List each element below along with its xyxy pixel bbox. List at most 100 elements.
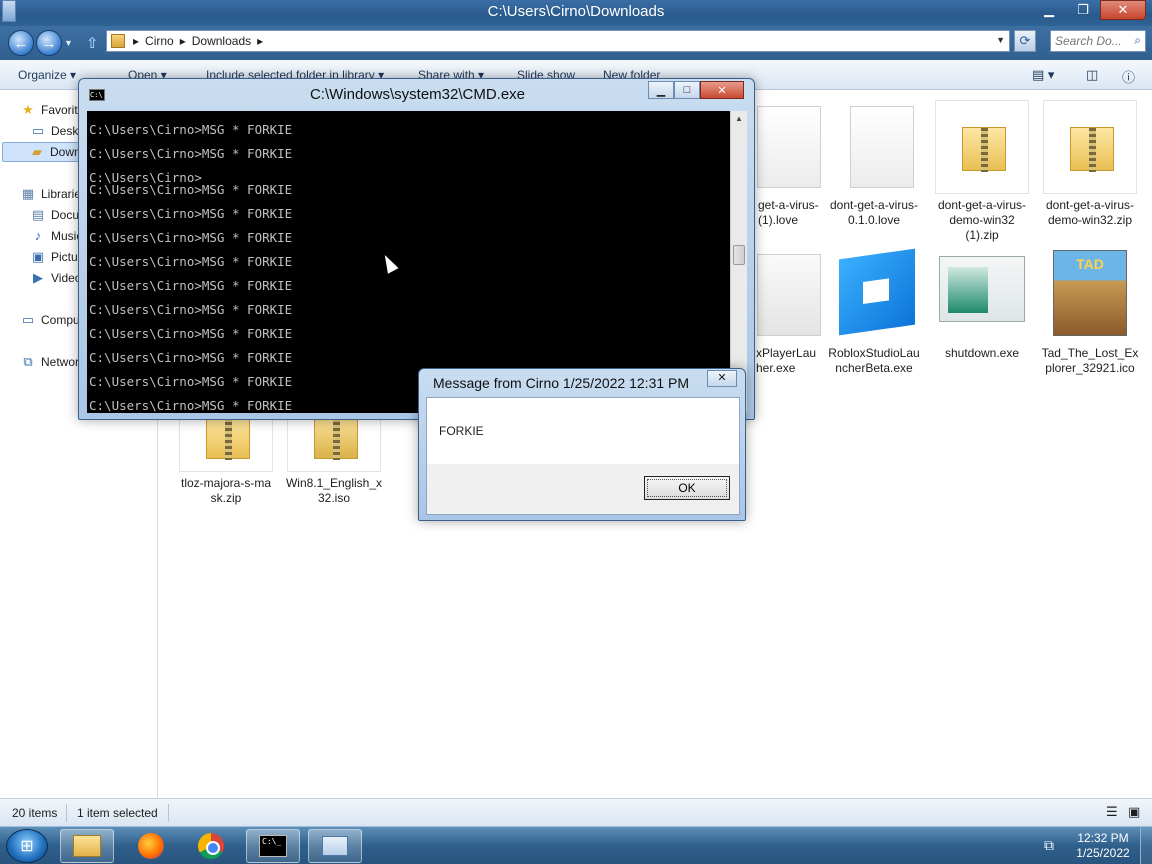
- console-line: C:\Users\Cirno>MSG * FORKIE: [89, 230, 293, 245]
- explorer-titlebar[interactable]: C:\Users\Cirno\Downloads ▁ ❐ ✕: [0, 0, 1152, 26]
- back-button[interactable]: ←: [8, 30, 34, 56]
- message-window-icon: [322, 836, 348, 856]
- taskbar-explorer-button[interactable]: [60, 829, 114, 863]
- breadcrumb-separator-icon: ▸: [257, 34, 264, 48]
- file-item[interactable]: RobloxStudioLau ncherBeta.exe: [824, 248, 924, 376]
- document-icon: [757, 106, 821, 188]
- cmd-close-button[interactable]: ✕: [700, 81, 744, 99]
- help-icon[interactable]: ⓘ: [1122, 67, 1135, 86]
- console-line: C:\Users\Cirno>MSG * FORKIE: [89, 398, 293, 413]
- taskbar: ⊞ C:\_ ⧉ 12:32 PM 1/25/2022: [0, 826, 1152, 864]
- console-line: C:\Users\Cirno>MSG * FORKIE: [89, 146, 293, 161]
- file-item[interactable]: shutdown.exe: [932, 248, 1032, 361]
- star-icon: ★: [22, 102, 34, 117]
- roblox-studio-icon: [839, 248, 915, 336]
- folder-icon: [111, 34, 125, 48]
- zip-folder-icon: [206, 415, 250, 460]
- recent-pages-dropdown[interactable]: ▼: [64, 38, 73, 48]
- taskbar-cmd-button[interactable]: C:\_: [246, 829, 300, 863]
- item-count: 20 items: [12, 806, 58, 820]
- file-name: dont-get-a-virus- demo-win32 (1).zip: [937, 198, 1027, 242]
- selection-count: 1 item selected: [77, 806, 158, 820]
- scroll-up-icon[interactable]: ▲: [731, 111, 747, 127]
- file-item[interactable]: dont-get-a-virus- demo-win32 (1).zip: [932, 100, 1032, 243]
- videos-icon: ▶: [33, 270, 43, 285]
- minimize-button[interactable]: ▁: [1032, 0, 1066, 20]
- breadcrumb-item-downloads[interactable]: Downloads: [192, 34, 251, 48]
- search-icon[interactable]: ⌕: [1134, 33, 1141, 48]
- message-text: FORKIE: [439, 424, 484, 438]
- file-thumbnail: [935, 248, 1029, 342]
- tiles-view-icon[interactable]: ▣: [1128, 804, 1140, 820]
- libraries-icon: ▦: [21, 186, 35, 201]
- roblox-player-icon: [757, 254, 821, 336]
- file-name: tloz-majora-s-ma sk.zip: [180, 476, 271, 505]
- search-input[interactable]: [1055, 32, 1129, 50]
- status-divider: [66, 804, 67, 822]
- tad-poster-icon: TAD: [1053, 250, 1127, 336]
- file-name: dont-get-a-virus- 0.1.0.love: [829, 198, 919, 227]
- console-line: C:\Users\Cirno>MSG * FORKIE: [89, 278, 293, 293]
- console-line: C:\Users\Cirno>MSG * FORKIE: [89, 374, 293, 389]
- up-button[interactable]: ⇧: [86, 34, 99, 52]
- pictures-icon: ▣: [31, 249, 45, 264]
- chrome-icon: [198, 833, 224, 859]
- forward-arrow-icon: →: [41, 34, 57, 52]
- breadcrumb: ▸ Cirno ▸ Downloads ▸: [133, 34, 263, 48]
- clock-date: 1/25/2022: [1076, 846, 1130, 860]
- restore-button[interactable]: ❐: [1066, 0, 1100, 20]
- preview-pane-icon[interactable]: ◫: [1086, 67, 1098, 83]
- taskbar-chrome-button[interactable]: [184, 829, 238, 863]
- firefox-icon: [138, 833, 164, 859]
- console-line: C:\Users\Cirno>MSG * FORKIE: [89, 350, 293, 365]
- file-item[interactable]: dont-get-a-virus- demo-win32.zip: [1040, 100, 1140, 228]
- file-item[interactable]: TAD Tad_The_Lost_Ex plorer_32921.ico: [1040, 248, 1140, 376]
- file-name: Win8.1_English_x 32.iso: [285, 476, 383, 505]
- message-dialog: Message from Cirno 1/25/2022 12:31 PM ✕ …: [418, 368, 746, 521]
- breadcrumb-separator-icon: ▸: [133, 34, 140, 48]
- folder-icon: [73, 835, 101, 857]
- show-desktop-button[interactable]: [1140, 827, 1152, 864]
- details-view-icon[interactable]: ☰: [1106, 804, 1118, 820]
- back-arrow-icon: ←: [13, 34, 29, 52]
- start-button[interactable]: ⊞: [6, 829, 48, 863]
- organize-button[interactable]: Organize ▾: [18, 68, 76, 82]
- cmd-maximize-button[interactable]: □: [674, 81, 700, 99]
- poster-title: TAD: [1076, 256, 1104, 272]
- file-thumbnail: [827, 248, 921, 342]
- downloads-folder-icon: ▰: [32, 144, 42, 159]
- view-options-icon[interactable]: ▤ ▾: [1032, 67, 1054, 83]
- document-icon: [850, 106, 914, 188]
- taskbar-message-button[interactable]: [308, 829, 362, 863]
- cmd-caption-buttons: ▁ □ ✕: [648, 81, 744, 99]
- cmd-minimize-button[interactable]: ▁: [648, 81, 674, 99]
- address-bar[interactable]: ▸ Cirno ▸ Downloads ▸ ▼: [106, 30, 1010, 52]
- console-line: C:\Users\Cirno>MSG * FORKIE: [89, 302, 293, 317]
- shutdown-exe-icon: [939, 256, 1025, 322]
- console-line: C:\Users\Cirno>MSG * FORKIE: [89, 254, 293, 269]
- scroll-thumb[interactable]: [733, 245, 745, 265]
- computer-icon: ▭: [21, 312, 35, 327]
- address-dropdown-icon[interactable]: ▼: [996, 35, 1005, 45]
- ok-button[interactable]: OK: [644, 476, 730, 500]
- explorer-caption-buttons: ▁ ❐ ✕: [1032, 0, 1146, 20]
- console-line: C:\Users\Cirno>MSG * FORKIE: [89, 122, 293, 137]
- close-button[interactable]: ✕: [1100, 0, 1146, 20]
- refresh-icon: ⟳: [1019, 33, 1031, 48]
- taskbar-firefox-button[interactable]: [124, 829, 178, 863]
- music-icon: ♪: [34, 228, 42, 243]
- message-close-button[interactable]: ✕: [707, 370, 737, 387]
- breadcrumb-item-cirno[interactable]: Cirno: [145, 34, 174, 48]
- search-box: ⌕: [1050, 30, 1146, 52]
- clock[interactable]: 12:32 PM 1/25/2022: [1070, 831, 1136, 861]
- file-item[interactable]: dont-get-a-virus- 0.1.0.love: [824, 100, 924, 228]
- forward-button[interactable]: →: [36, 30, 62, 56]
- cmd-icon: C:\_: [259, 835, 287, 857]
- network-icon: ⧉: [23, 354, 33, 369]
- status-bar: 20 items 1 item selected ☰ ▣: [0, 798, 1152, 826]
- breadcrumb-separator-icon: ▸: [179, 34, 186, 48]
- message-title[interactable]: Message from Cirno 1/25/2022 12:31 PM: [433, 375, 689, 391]
- refresh-button[interactable]: ⟳: [1014, 30, 1036, 52]
- documents-icon: ▤: [31, 207, 45, 222]
- network-tray-icon[interactable]: ⧉: [1044, 837, 1054, 854]
